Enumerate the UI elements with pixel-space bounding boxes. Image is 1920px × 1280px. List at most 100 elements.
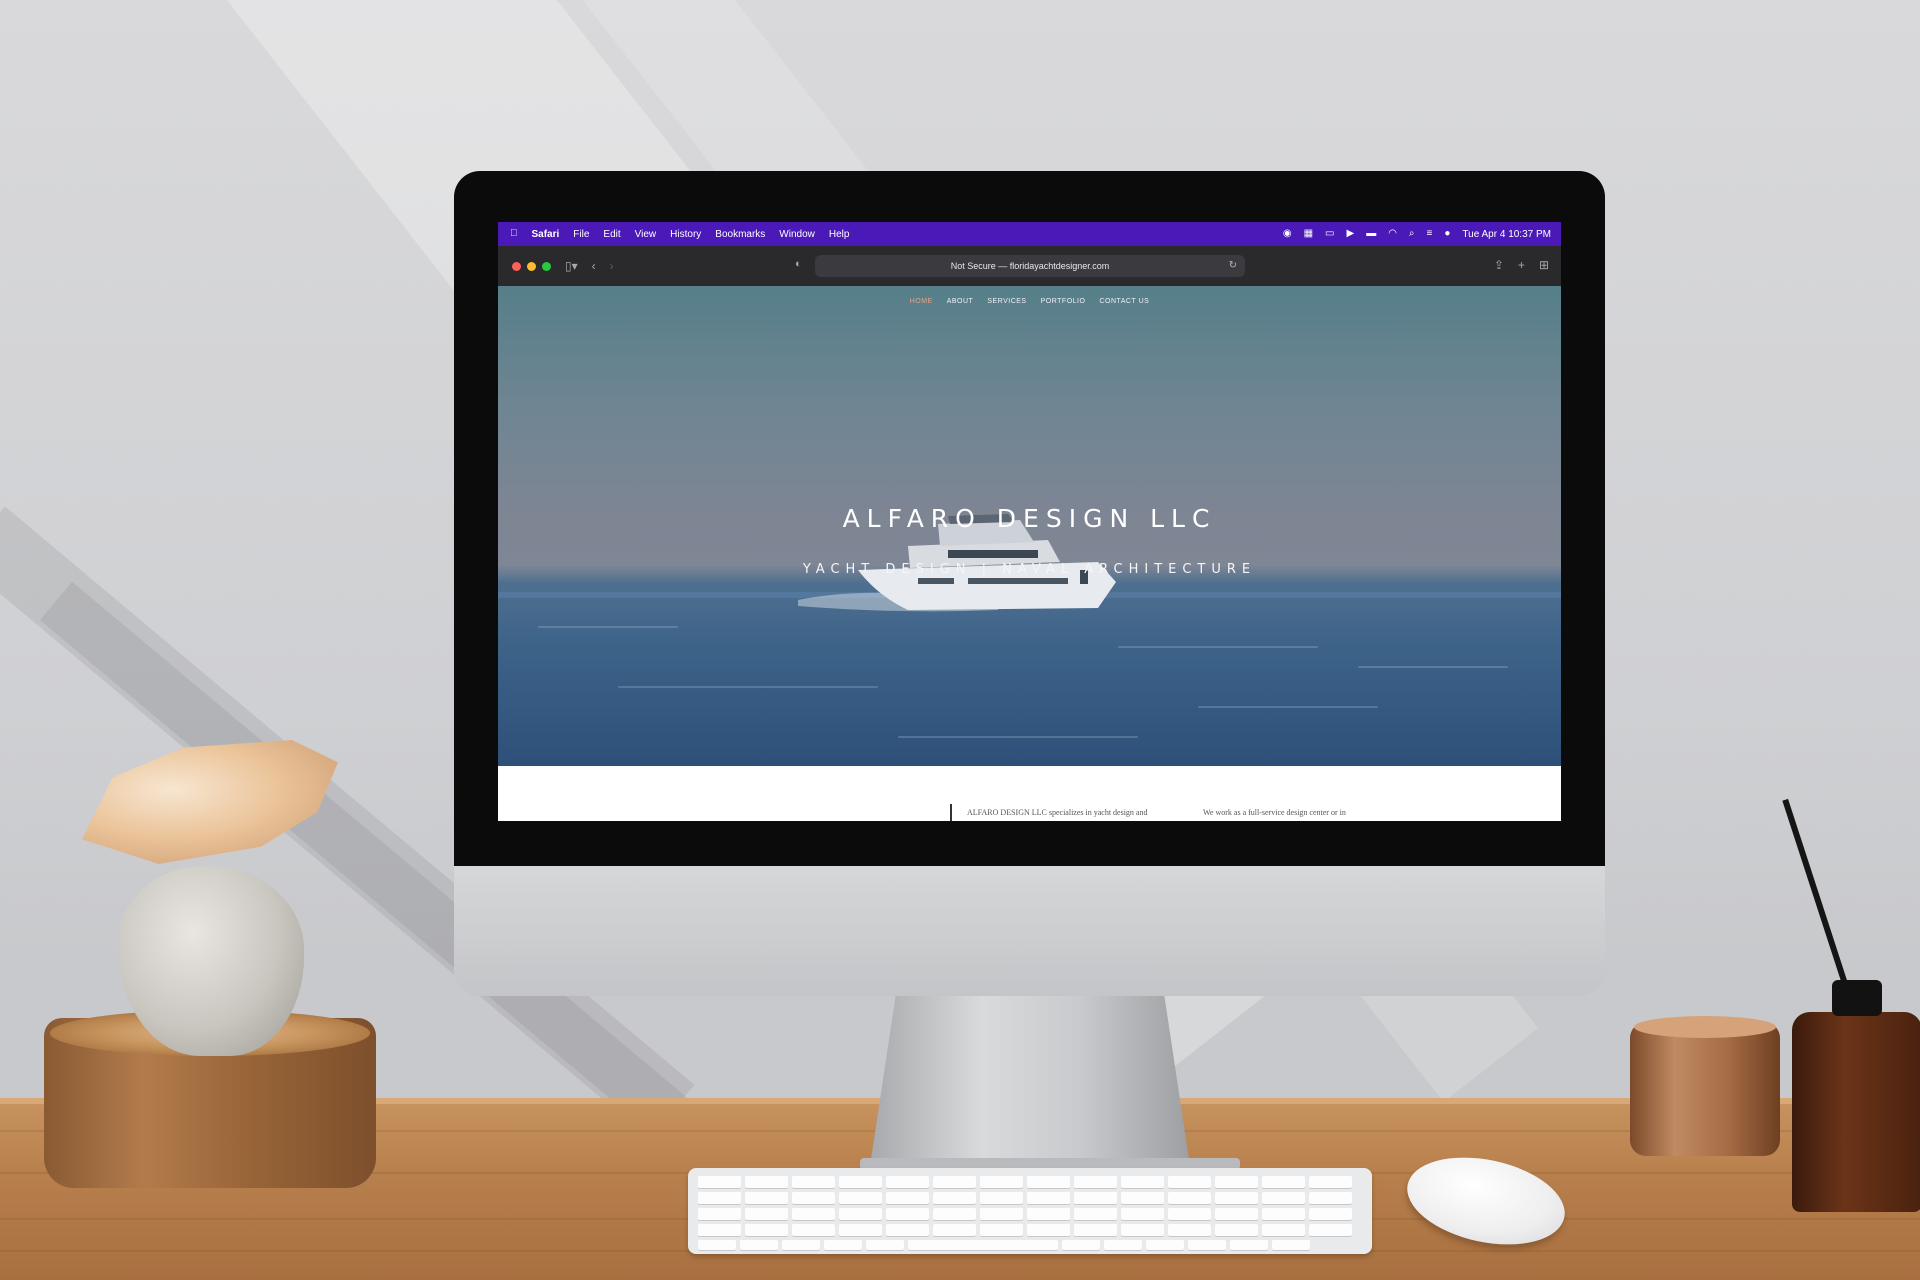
keyboard-key	[1215, 1176, 1258, 1188]
reload-icon[interactable]: ↻	[1229, 260, 1237, 271]
keyboard-key	[1215, 1192, 1258, 1204]
menubar-clock[interactable]: Tue Apr 4 10:37 PM	[1462, 229, 1551, 240]
keyboard-key	[980, 1192, 1023, 1204]
nav-contact[interactable]: CONTACT US	[1099, 298, 1149, 305]
menu-file[interactable]: File	[573, 229, 589, 240]
keyboard-key	[740, 1240, 778, 1250]
keyboard-key	[792, 1176, 835, 1188]
keyboard-key	[1262, 1192, 1305, 1204]
keyboard-key	[1121, 1192, 1164, 1204]
battery-icon[interactable]: ▬	[1366, 229, 1376, 239]
keyboard-key	[745, 1176, 788, 1188]
keyboard-key	[886, 1224, 929, 1236]
keyboard-key	[933, 1224, 976, 1236]
keyboard-key	[698, 1224, 741, 1236]
keyboard-key	[886, 1192, 929, 1204]
nav-about[interactable]: ABOUT	[947, 298, 974, 305]
sidebar-icon[interactable]: ▯▾	[565, 259, 578, 273]
keyboard-key	[1062, 1240, 1100, 1250]
wooden-jar-top	[1634, 1016, 1776, 1038]
keyboard-key	[1074, 1224, 1117, 1236]
keyboard-key	[1262, 1208, 1305, 1220]
keyboard-key	[1188, 1240, 1226, 1250]
keyboard-key	[886, 1176, 929, 1188]
url-text: Not Secure — floridayachtdesigner.com	[950, 261, 1110, 271]
keyboard-key	[1262, 1176, 1305, 1188]
nav-portfolio[interactable]: PORTFOLIO	[1041, 298, 1086, 305]
layout-icon[interactable]: ▦	[1304, 229, 1313, 239]
keyboard-key	[980, 1224, 1023, 1236]
bottle-cap	[1832, 980, 1882, 1016]
bed-icon[interactable]: ▭	[1325, 229, 1334, 239]
keyboard-key	[1121, 1208, 1164, 1220]
keyboard-key	[792, 1224, 835, 1236]
close-window-button[interactable]	[512, 261, 521, 271]
browser-toolbar: ▯▾ ‹ › ◐ Not Secure — floridayachtdesign…	[498, 246, 1561, 286]
plus-icon[interactable]: +	[1518, 258, 1525, 272]
menu-history[interactable]: History	[670, 229, 701, 240]
minimize-window-button[interactable]	[527, 261, 536, 271]
keyboard-key	[1074, 1176, 1117, 1188]
address-bar[interactable]: Not Secure — floridayachtdesigner.com ↻	[815, 255, 1245, 277]
control-center-icon[interactable]: ≡	[1427, 229, 1433, 239]
apple-icon[interactable]: 	[510, 229, 518, 239]
grey-rock	[118, 866, 304, 1056]
nav-home[interactable]: HOME	[910, 298, 933, 305]
keyboard-key	[1215, 1224, 1258, 1236]
search-icon[interactable]: ⌕	[1409, 229, 1415, 239]
key-row	[698, 1176, 1352, 1188]
keyboard-key	[839, 1176, 882, 1188]
keyboard-key	[792, 1192, 835, 1204]
play-icon[interactable]: ▶	[1346, 229, 1354, 239]
intro-divider	[950, 804, 952, 821]
menu-view[interactable]: View	[635, 229, 657, 240]
key-row	[698, 1224, 1352, 1236]
shield-icon[interactable]: ◐	[795, 258, 802, 270]
chevron-right-icon[interactable]: ›	[610, 259, 614, 273]
siri-icon[interactable]: ●	[1444, 229, 1450, 239]
intro-text-left: ALFARO DESIGN LLC specializes in yacht d…	[967, 808, 1148, 817]
keyboard	[688, 1168, 1372, 1254]
menu-bookmarks[interactable]: Bookmarks	[715, 229, 765, 240]
menu-edit[interactable]: Edit	[603, 229, 620, 240]
wifi-icon[interactable]: ◠	[1388, 229, 1397, 239]
keyboard-key	[839, 1192, 882, 1204]
zoom-window-button[interactable]	[542, 261, 551, 271]
share-icon[interactable]: ⇪	[1494, 258, 1504, 272]
keyboard-key	[1074, 1192, 1117, 1204]
keyboard-key	[698, 1208, 741, 1220]
macos-menubar:  Safari File Edit View History Bookmark…	[498, 222, 1561, 246]
intro-section: ALFARO DESIGN LLC specializes in yacht d…	[498, 766, 1561, 821]
keyboard-key	[839, 1224, 882, 1236]
keyboard-key	[1309, 1176, 1352, 1188]
keyboard-key	[1121, 1224, 1164, 1236]
key-row	[698, 1208, 1352, 1220]
keyboard-key	[1309, 1224, 1352, 1236]
status-app-icon[interactable]: ◉	[1283, 229, 1292, 239]
keyboard-key	[792, 1208, 835, 1220]
keyboard-key	[1027, 1208, 1070, 1220]
hero-section: HOME ABOUT SERVICES PORTFOLIO CONTACT US…	[498, 286, 1561, 766]
keyboard-key	[1027, 1176, 1070, 1188]
menu-window[interactable]: Window	[779, 229, 815, 240]
menu-help[interactable]: Help	[829, 229, 850, 240]
keyboard-key	[745, 1224, 788, 1236]
keyboard-key	[782, 1240, 820, 1250]
monitor-chin	[454, 866, 1605, 996]
nav-services[interactable]: SERVICES	[987, 298, 1026, 305]
intro-text-right: We work as a full-service design center …	[1203, 808, 1346, 817]
keyboard-key	[886, 1208, 929, 1220]
menu-app-name[interactable]: Safari	[532, 229, 560, 240]
chevron-left-icon[interactable]: ‹	[592, 259, 596, 273]
grid-icon[interactable]: ⊞	[1539, 258, 1549, 272]
keyboard-key	[1074, 1208, 1117, 1220]
key-row	[698, 1240, 1310, 1250]
keyboard-key	[824, 1240, 862, 1250]
site-subtitle: YACHT DESIGN | NAVAL ARCHITECTURE	[802, 562, 1257, 577]
keyboard-key	[1168, 1192, 1211, 1204]
site-nav: HOME ABOUT SERVICES PORTFOLIO CONTACT US	[498, 298, 1561, 305]
monitor-stand	[870, 996, 1190, 1166]
keyboard-key	[1104, 1240, 1142, 1250]
keyboard-key	[1168, 1224, 1211, 1236]
keyboard-key	[933, 1208, 976, 1220]
